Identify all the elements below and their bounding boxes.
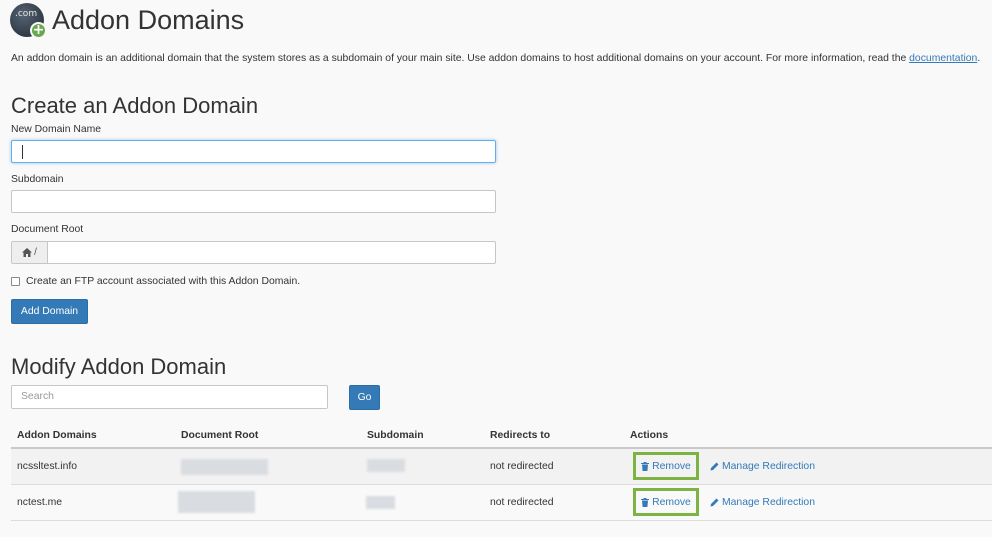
text-caret bbox=[22, 145, 23, 159]
manage-redirection-label: Manage Redirection bbox=[722, 497, 815, 508]
pencil-icon bbox=[710, 462, 719, 471]
trash-icon bbox=[641, 461, 650, 471]
column-header-subdomain[interactable]: Subdomain bbox=[367, 430, 424, 441]
subdomain-redacted bbox=[366, 496, 395, 509]
ftp-checkbox-label: Create an FTP account associated with th… bbox=[26, 276, 301, 287]
documentation-link[interactable]: documentation bbox=[909, 53, 977, 64]
column-header-actions: Actions bbox=[630, 430, 669, 441]
document-root-slash: / bbox=[34, 247, 37, 258]
addon-domain-cell: ncssltest.info bbox=[17, 461, 78, 472]
subdomain-redacted bbox=[367, 459, 405, 472]
redirect-cell: not redirected bbox=[490, 461, 554, 472]
table-row: ncssltest.info not redirected Remove Man… bbox=[11, 449, 992, 485]
subdomain-label: Subdomain bbox=[11, 174, 64, 185]
plus-icon: + bbox=[30, 22, 47, 39]
document-root-label: Document Root bbox=[11, 224, 84, 235]
ftp-checkbox[interactable] bbox=[11, 277, 20, 286]
new-domain-label: New Domain Name bbox=[11, 124, 102, 135]
page-header: .com + Addon Domains bbox=[10, 2, 245, 39]
document-root-redacted bbox=[178, 491, 255, 513]
remove-label: Remove bbox=[652, 460, 691, 472]
document-root-prefix: / bbox=[12, 242, 48, 263]
column-header-document-root[interactable]: Document Root bbox=[181, 430, 258, 441]
subdomain-input[interactable] bbox=[11, 190, 496, 213]
modify-section-title: Modify Addon Domain bbox=[11, 354, 227, 379]
remove-button[interactable]: Remove bbox=[633, 488, 699, 516]
document-root-redacted bbox=[181, 459, 268, 475]
logo-text: .com bbox=[15, 9, 38, 19]
intro-text: An addon domain is an additional domain … bbox=[11, 53, 980, 64]
column-header-addon-domains[interactable]: Addon Domains bbox=[17, 430, 97, 441]
redirect-cell: not redirected bbox=[490, 497, 554, 508]
create-section-title: Create an Addon Domain bbox=[11, 93, 259, 118]
manage-redirection-link[interactable]: Manage Redirection bbox=[710, 461, 815, 472]
remove-button[interactable]: Remove bbox=[633, 452, 699, 480]
intro-trailing: . bbox=[977, 53, 981, 64]
addon-domains-table: Addon Domains Document Root Subdomain Re… bbox=[11, 428, 992, 521]
column-header-redirects-to[interactable]: Redirects to bbox=[490, 430, 550, 441]
addon-domain-logo-icon: .com + bbox=[10, 3, 47, 39]
table-header: Addon Domains Document Root Subdomain Re… bbox=[11, 428, 992, 449]
search-input[interactable]: Search bbox=[11, 385, 328, 409]
add-domain-button[interactable]: Add Domain bbox=[11, 299, 88, 324]
page-title: Addon Domains bbox=[52, 4, 245, 35]
addon-domain-cell: nctest.me bbox=[17, 497, 63, 508]
remove-label: Remove bbox=[652, 496, 691, 508]
document-root-input[interactable]: / bbox=[11, 241, 496, 264]
ftp-option: Create an FTP account associated with th… bbox=[11, 276, 300, 287]
new-domain-input[interactable] bbox=[11, 140, 496, 163]
pencil-icon bbox=[710, 498, 719, 507]
trash-icon bbox=[641, 497, 650, 507]
search-placeholder: Search bbox=[21, 391, 54, 402]
go-button[interactable]: Go bbox=[349, 385, 380, 410]
table-row: nctest.me not redirected Remove Manage R… bbox=[11, 485, 992, 521]
manage-redirection-link[interactable]: Manage Redirection bbox=[710, 497, 815, 508]
home-icon bbox=[22, 248, 33, 257]
intro-body: An addon domain is an additional domain … bbox=[11, 53, 910, 64]
manage-redirection-label: Manage Redirection bbox=[722, 461, 815, 472]
